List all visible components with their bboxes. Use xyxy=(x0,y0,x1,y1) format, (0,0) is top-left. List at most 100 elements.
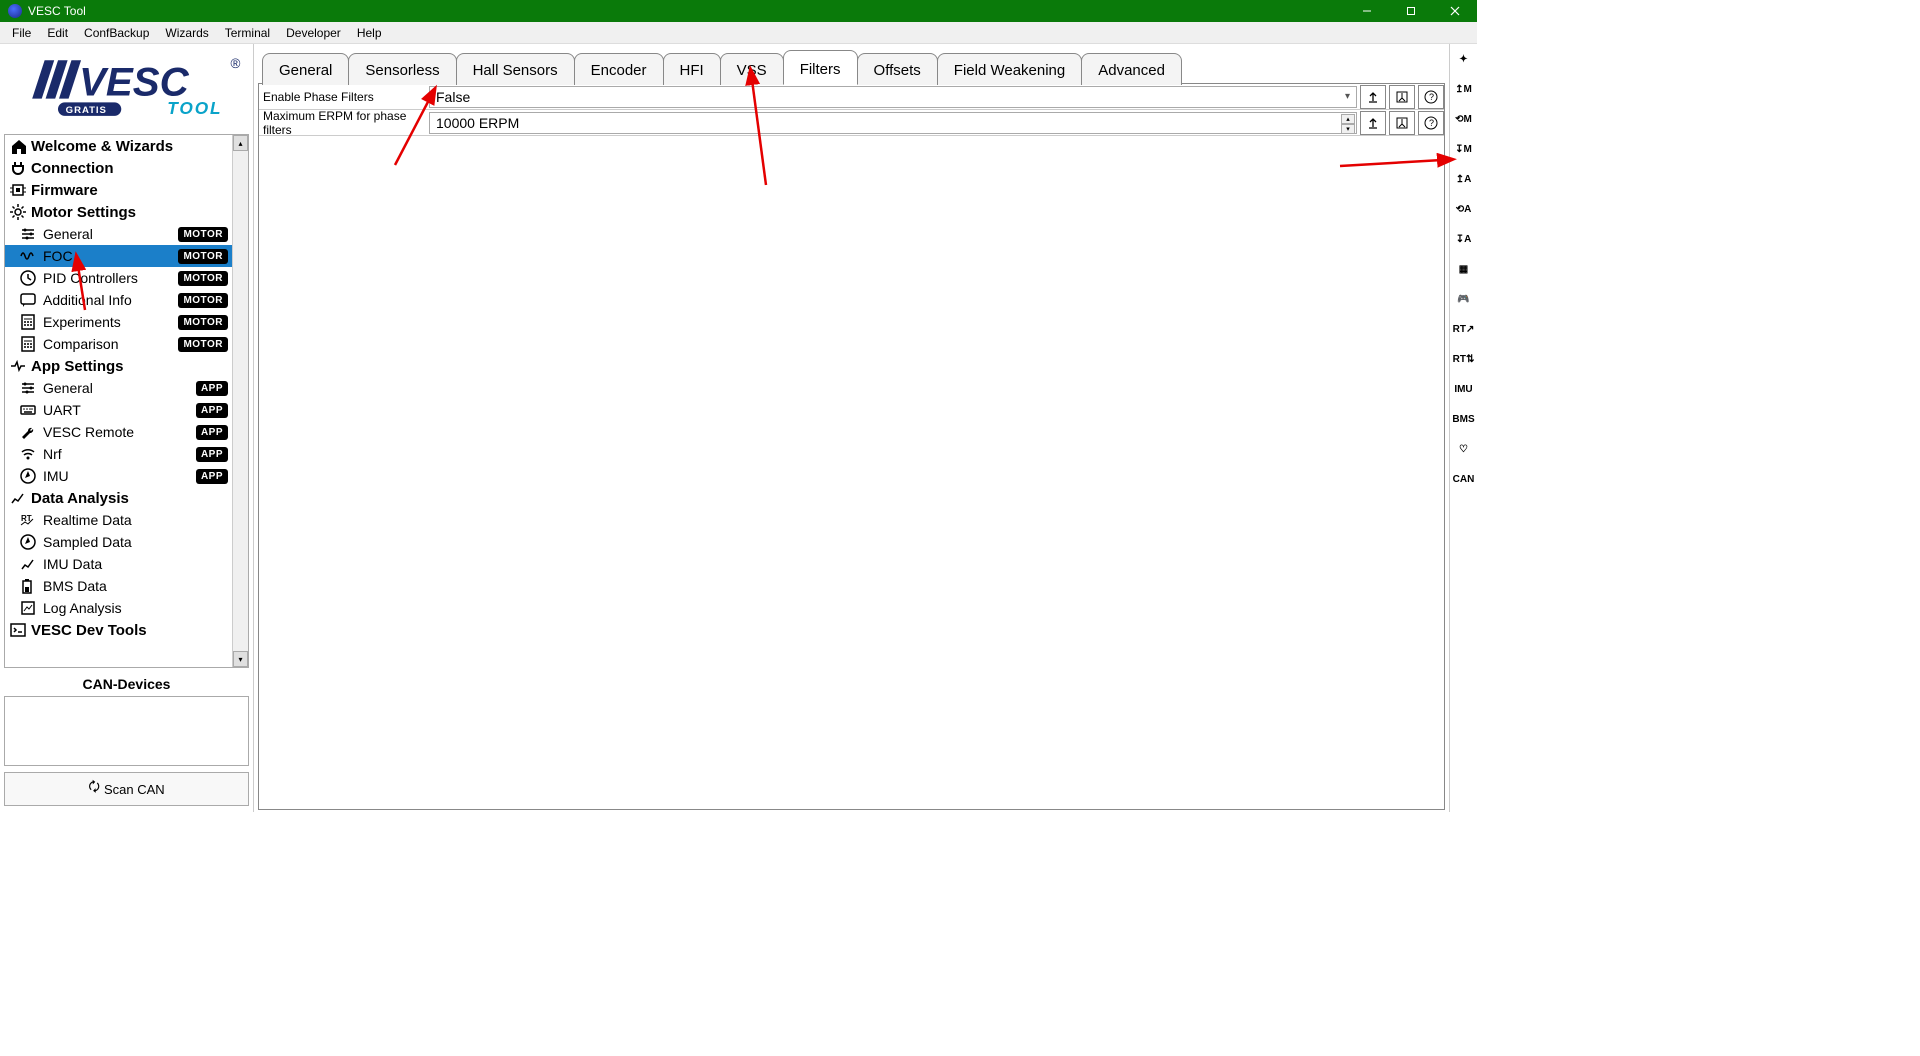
rightbar-btn-5[interactable]: ⟲A xyxy=(1453,198,1475,220)
nav-item-experiments[interactable]: ExperimentsMOTOR xyxy=(5,311,232,333)
tab-vss[interactable]: VSS xyxy=(720,53,784,85)
nav-item-imu-data[interactable]: IMU Data xyxy=(5,553,232,575)
can-devices-header: CAN-Devices xyxy=(4,672,249,696)
scan-can-button[interactable]: 🗘 Scan CAN xyxy=(4,772,249,806)
nav-section-vesc-dev-tools[interactable]: VESC Dev Tools xyxy=(5,619,232,641)
chip-icon xyxy=(9,181,27,199)
param-row-0: Enable Phase FiltersFalse? xyxy=(259,84,1444,110)
keyboard-icon xyxy=(19,401,37,419)
nav-item-nrf[interactable]: NrfAPP xyxy=(5,443,232,465)
tab-offsets[interactable]: Offsets xyxy=(857,53,938,85)
maximize-button[interactable] xyxy=(1389,0,1433,22)
nav-scrollbar[interactable]: ▴ ▾ xyxy=(232,135,248,667)
menu-terminal[interactable]: Terminal xyxy=(217,23,278,43)
rightbar-btn-1[interactable]: ↥M xyxy=(1453,78,1475,100)
tab-filters[interactable]: Filters xyxy=(783,50,858,85)
rightbar-btn-0[interactable]: ✦ xyxy=(1453,48,1475,70)
param-row-1: Maximum ERPM for phase filters10000 ERPM… xyxy=(259,110,1444,136)
log-icon xyxy=(19,599,37,617)
menu-wizards[interactable]: Wizards xyxy=(157,23,216,43)
rightbar-btn-6[interactable]: ↧A xyxy=(1453,228,1475,250)
nav-item-additional-info[interactable]: Additional InfoMOTOR xyxy=(5,289,232,311)
nav-section-firmware[interactable]: Firmware xyxy=(5,179,232,201)
nav-item-bms-data[interactable]: BMS Data xyxy=(5,575,232,597)
rightbar-btn-10[interactable]: RT⇅ xyxy=(1453,348,1475,370)
nav-section-motor-settings[interactable]: Motor Settings xyxy=(5,201,232,223)
scroll-up-button[interactable]: ▴ xyxy=(233,135,248,151)
nav-section-app-settings[interactable]: App Settings xyxy=(5,355,232,377)
nav-section-connection[interactable]: Connection xyxy=(5,157,232,179)
param-spinbox-1[interactable]: 10000 ERPM▴▾ xyxy=(429,112,1357,134)
nav-tree[interactable]: Welcome & WizardsConnectionFirmwareMotor… xyxy=(5,135,232,667)
rightbar-btn-7[interactable]: ▦ xyxy=(1453,258,1475,280)
nav-item-foc[interactable]: FOCMOTOR xyxy=(5,245,232,267)
scroll-down-button[interactable]: ▾ xyxy=(233,651,248,667)
nav-item-general[interactable]: GeneralAPP xyxy=(5,377,232,399)
badge-app: APP xyxy=(196,425,228,440)
svg-text:?: ? xyxy=(1429,92,1434,102)
menu-help[interactable]: Help xyxy=(349,23,390,43)
rightbar-btn-4[interactable]: ↥A xyxy=(1453,168,1475,190)
logo: VESC ® GRATIS TOOL xyxy=(0,44,253,134)
tab-general[interactable]: General xyxy=(262,53,349,85)
menubar: FileEditConfBackupWizardsTerminalDevelop… xyxy=(0,22,1477,44)
help-icon[interactable]: ? xyxy=(1418,111,1444,135)
nav-item-pid-controllers[interactable]: PID ControllersMOTOR xyxy=(5,267,232,289)
home-icon xyxy=(9,137,27,155)
scroll-track[interactable] xyxy=(233,151,248,651)
nav-item-imu[interactable]: IMUAPP xyxy=(5,465,232,487)
badge-motor: MOTOR xyxy=(178,293,228,308)
rightbar-btn-11[interactable]: IMU xyxy=(1453,378,1475,400)
spin-down[interactable]: ▾ xyxy=(1341,124,1355,134)
left-sidebar: VESC ® GRATIS TOOL Welcome & WizardsConn… xyxy=(0,44,254,812)
chart-icon xyxy=(9,489,27,507)
help-icon[interactable]: ? xyxy=(1418,85,1444,109)
nav-section-welcome-wizards[interactable]: Welcome & Wizards xyxy=(5,135,232,157)
svg-text:TOOL: TOOL xyxy=(167,98,222,118)
comment-icon xyxy=(19,291,37,309)
nav-item-uart[interactable]: UARTAPP xyxy=(5,399,232,421)
rightbar-btn-14[interactable]: CAN xyxy=(1453,468,1475,490)
nav-item-sampled-data[interactable]: Sampled Data xyxy=(5,531,232,553)
rightbar-btn-13[interactable]: ♡ xyxy=(1453,438,1475,460)
read-default-icon[interactable] xyxy=(1389,111,1415,135)
menu-confbackup[interactable]: ConfBackup xyxy=(76,23,157,43)
nav-item-log-analysis[interactable]: Log Analysis xyxy=(5,597,232,619)
svg-text:GRATIS: GRATIS xyxy=(65,105,106,116)
tab-field-weakening[interactable]: Field Weakening xyxy=(937,53,1082,85)
nav-item-vesc-remote[interactable]: VESC RemoteAPP xyxy=(5,421,232,443)
tab-hfi[interactable]: HFI xyxy=(663,53,721,85)
calc-icon xyxy=(19,335,37,353)
window-title: VESC Tool xyxy=(28,4,86,18)
menu-edit[interactable]: Edit xyxy=(39,23,76,43)
tab-hall-sensors[interactable]: Hall Sensors xyxy=(456,53,575,85)
nav-item-comparison[interactable]: ComparisonMOTOR xyxy=(5,333,232,355)
upload-icon[interactable] xyxy=(1360,111,1386,135)
minimize-button[interactable] xyxy=(1345,0,1389,22)
battery-icon xyxy=(19,577,37,595)
read-default-icon[interactable] xyxy=(1389,85,1415,109)
rightbar-btn-8[interactable]: 🎮 xyxy=(1453,288,1475,310)
rightbar-btn-3[interactable]: ↧M xyxy=(1453,138,1475,160)
rightbar-btn-12[interactable]: BMS xyxy=(1453,408,1475,430)
spin-up[interactable]: ▴ xyxy=(1341,114,1355,124)
param-select-0[interactable]: False xyxy=(429,86,1357,108)
tab-advanced[interactable]: Advanced xyxy=(1081,53,1182,85)
can-devices-list[interactable] xyxy=(4,696,249,766)
tab-encoder[interactable]: Encoder xyxy=(574,53,664,85)
nav-section-data-analysis[interactable]: Data Analysis xyxy=(5,487,232,509)
plug-icon xyxy=(9,159,27,177)
menu-file[interactable]: File xyxy=(4,23,39,43)
rightbar-btn-2[interactable]: ⟲M xyxy=(1453,108,1475,130)
terminal-icon xyxy=(9,621,27,639)
menu-developer[interactable]: Developer xyxy=(278,23,349,43)
rightbar-btn-9[interactable]: RT↗ xyxy=(1453,318,1475,340)
nav-item-realtime-data[interactable]: RTRealtime Data xyxy=(5,509,232,531)
nav-item-general[interactable]: GeneralMOTOR xyxy=(5,223,232,245)
close-button[interactable] xyxy=(1433,0,1477,22)
badge-app: APP xyxy=(196,403,228,418)
upload-icon[interactable] xyxy=(1360,85,1386,109)
tab-sensorless[interactable]: Sensorless xyxy=(348,53,456,85)
window-titlebar: VESC Tool xyxy=(0,0,1477,22)
badge-app: APP xyxy=(196,381,228,396)
